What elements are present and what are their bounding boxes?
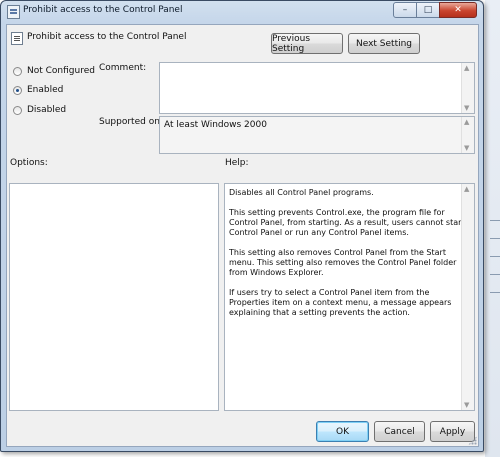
help-scrollbar[interactable]: ▲ ▼ [461,184,474,410]
minimize-button[interactable]: – [393,2,417,18]
supported-on-scrollbar[interactable]: ▲ ▼ [461,117,474,153]
radio-disabled[interactable]: Disabled [13,105,66,115]
scroll-down-icon[interactable]: ▼ [464,104,469,112]
radio-disabled-label: Disabled [27,105,67,115]
scroll-up-icon[interactable]: ▲ [464,185,469,193]
scroll-down-icon[interactable]: ▼ [464,144,469,152]
help-paragraph: Disables all Control Panel programs. [229,188,374,197]
caption-buttons: – □ ✕ [393,2,477,18]
help-paragraph: This setting prevents Control.exe, the p… [229,208,465,237]
previous-setting-button[interactable]: Previous Setting [271,33,343,54]
radio-enabled-circle[interactable] [13,85,22,95]
comment-label: Comment: [99,63,147,73]
cancel-button[interactable]: Cancel [374,421,425,442]
radio-not-configured-circle[interactable] [13,66,22,76]
supported-on-label: Supported on: [99,117,163,127]
help-label: Help: [225,158,249,168]
options-label: Options: [10,158,48,168]
radio-not-configured-label: Not Configured [27,66,95,76]
apply-button[interactable]: Apply [430,421,475,442]
minimize-icon: – [402,5,408,15]
maximize-button[interactable]: □ [416,2,440,18]
help-text: Disables all Control Panel programs. Thi… [229,188,471,328]
title-bar[interactable]: Prohibit access to the Control Panel – □… [1,1,483,23]
ok-button[interactable]: OK [316,421,369,442]
scroll-up-icon[interactable]: ▲ [464,118,469,126]
dialog-client-area: Prohibit access to the Control Panel Pre… [6,24,479,447]
policy-setting-dialog: Prohibit access to the Control Panel – □… [0,0,484,452]
setting-name: Prohibit access to the Control Panel [27,32,187,42]
supported-on-value: At least Windows 2000 [164,120,267,130]
close-button[interactable]: ✕ [439,2,477,18]
radio-enabled-label: Enabled [27,85,64,95]
scroll-up-icon[interactable]: ▲ [464,64,469,72]
radio-not-configured[interactable]: Not Configured [13,66,95,76]
supported-on-field: At least Windows 2000 ▲ ▼ [159,116,475,154]
window-title: Prohibit access to the Control Panel [23,5,183,15]
help-paragraph: This setting also removes Control Panel … [229,248,457,277]
policy-document-icon [11,32,23,45]
next-setting-button[interactable]: Next Setting [348,33,420,54]
maximize-icon: □ [423,5,433,15]
radio-disabled-circle[interactable] [13,105,22,115]
close-icon: ✕ [454,5,462,15]
background-window-edge [485,0,500,457]
radio-enabled[interactable]: Enabled [13,85,63,95]
options-pane [9,183,219,411]
window-policy-icon [7,5,20,19]
scroll-down-icon[interactable]: ▼ [464,401,469,409]
comment-scrollbar[interactable]: ▲ ▼ [461,63,474,113]
comment-textarea[interactable]: ▲ ▼ [159,62,475,114]
help-pane: Disables all Control Panel programs. Thi… [224,183,475,411]
help-paragraph: If users try to select a Control Panel i… [229,288,452,317]
